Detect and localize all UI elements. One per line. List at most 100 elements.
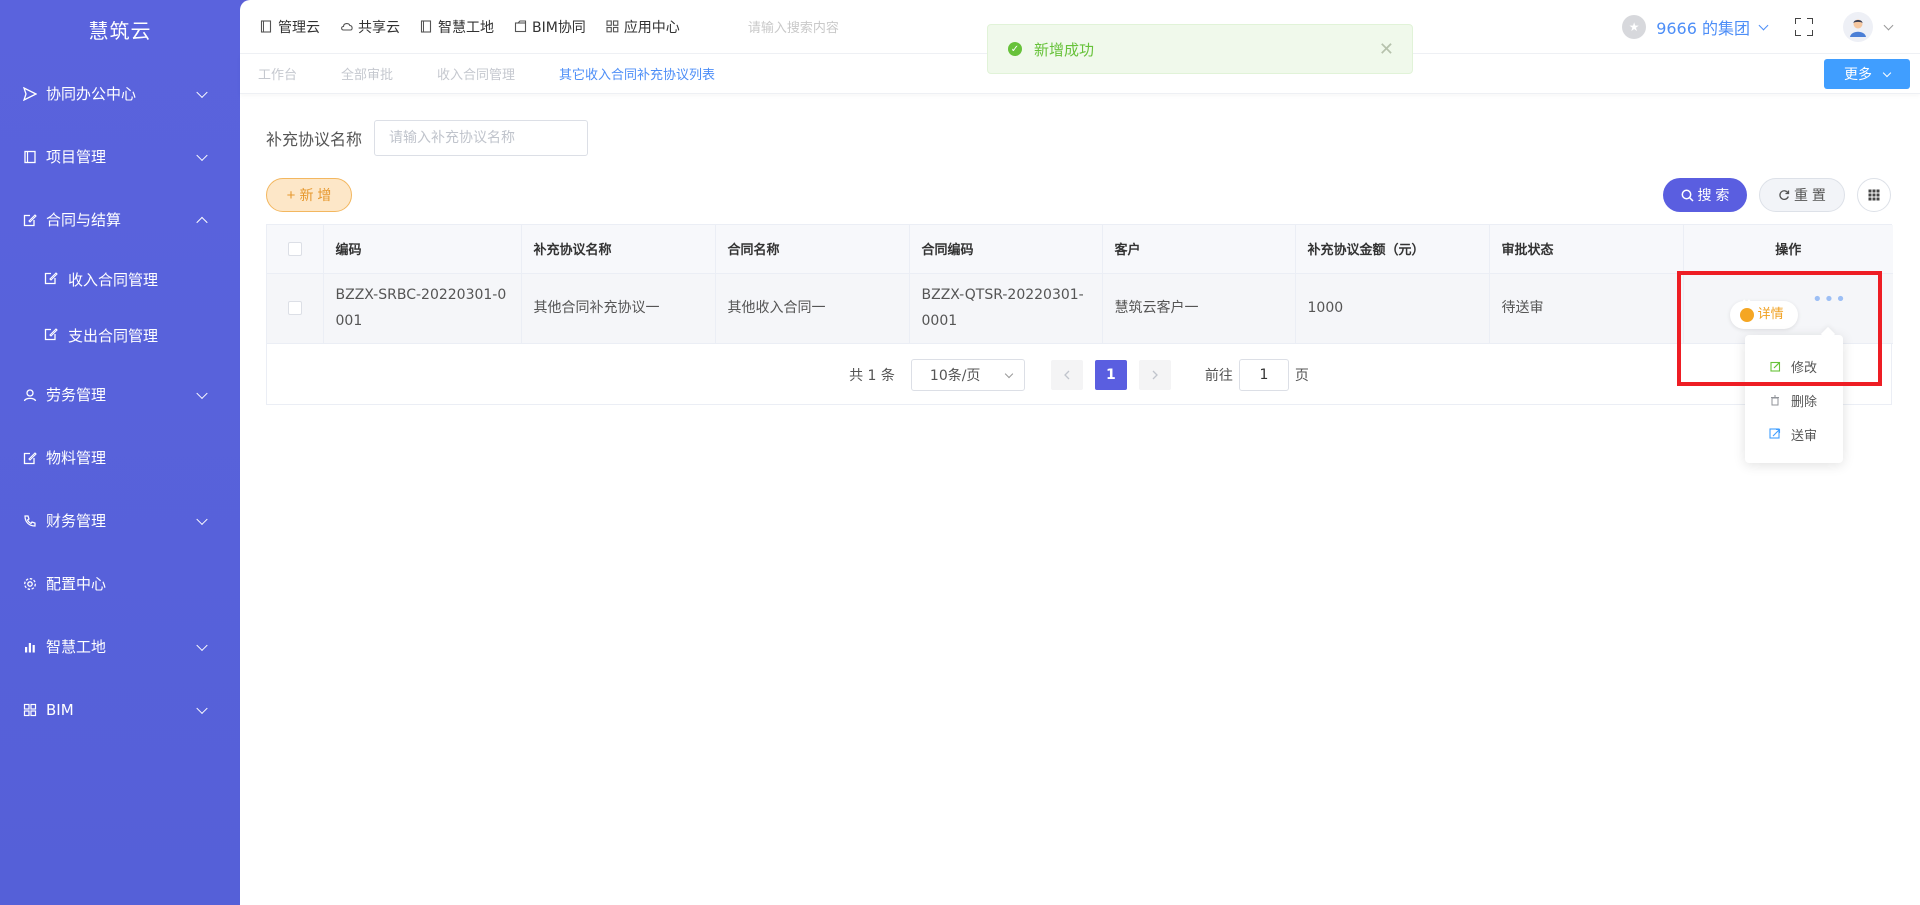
chevron-down-icon — [196, 86, 208, 98]
tab-other-income-supplement[interactable]: 其它收入合同补充协议列表 — [559, 64, 715, 83]
tab-all-approvals[interactable]: 全部审批 — [341, 64, 393, 83]
page-size-value: 10条/页 — [929, 368, 981, 384]
edit-doc-icon — [22, 212, 38, 228]
top-nav-bim-collab[interactable]: BIM协同 — [514, 17, 586, 37]
org-selector[interactable]: ★ 9666 的集团 — [1622, 15, 1769, 39]
sidebar-subitem-income-contract[interactable]: 收入合同管理 — [0, 251, 240, 307]
chevron-down-icon — [196, 513, 208, 525]
user-badge-icon — [22, 387, 38, 403]
tab-workbench[interactable]: 工作台 — [258, 64, 297, 83]
box-icon — [514, 20, 527, 33]
cell-actions: ••• 详情 ••• — [1683, 273, 1893, 344]
sidebar-item-finance[interactable]: 财务管理 — [0, 489, 240, 552]
menu-item-label: 修改 — [1791, 360, 1818, 376]
sidebar-item-label: 收入合同管理 — [68, 270, 159, 289]
top-nav-share-cloud[interactable]: 共享云 — [340, 17, 400, 37]
next-page-button[interactable] — [1138, 360, 1171, 390]
more-dots-icon: ••• — [1739, 297, 1754, 332]
menu-item-delete[interactable]: 删除 — [1745, 383, 1843, 417]
sidebar-item-collab-office[interactable]: 协同办公中心 — [0, 62, 240, 125]
page-number-current[interactable]: 1 — [1094, 360, 1127, 390]
menu-item-label: 送审 — [1791, 428, 1818, 444]
add-button[interactable]: + 新 增 — [266, 178, 352, 212]
sidebar-item-config[interactable]: 配置中心 — [0, 552, 240, 615]
select-all-checkbox[interactable] — [287, 241, 302, 256]
detail-button[interactable]: ••• 详情 — [1729, 297, 1798, 332]
chevron-down-icon — [196, 149, 208, 161]
sidebar-item-contract-settlement[interactable]: 合同与结算 — [0, 188, 240, 251]
table-row[interactable]: BZZX-SRBC-20220301-0001 其他合同补充协议一 其他收入合同… — [267, 273, 1893, 344]
pagination-total: 共 1 条 — [849, 368, 895, 384]
cell-contract-name: 其他收入合同一 — [715, 273, 910, 344]
reset-button-label: 重 置 — [1794, 187, 1826, 203]
cell-customer: 慧筑云客户一 — [1102, 273, 1296, 344]
column-header[interactable]: 客户 — [1102, 225, 1296, 274]
sidebar-item-label: 协同办公中心 — [46, 85, 137, 103]
more-button[interactable]: 更多 — [1824, 59, 1910, 89]
tab-income-contract[interactable]: 收入合同管理 — [437, 64, 515, 83]
sidebar-item-project[interactable]: 项目管理 — [0, 125, 240, 188]
apps-icon — [606, 20, 619, 33]
bar-chart-icon — [22, 639, 38, 655]
fullscreen-icon[interactable] — [1795, 18, 1813, 36]
sidebar-item-bim[interactable]: BIM — [0, 678, 240, 741]
sidebar-subitem-expense-contract[interactable]: 支出合同管理 — [0, 307, 240, 363]
add-button-label: 新 增 — [299, 187, 332, 203]
menu-item-submit[interactable]: 送审 — [1745, 417, 1843, 451]
column-header[interactable]: 合同编码 — [909, 225, 1103, 274]
pagination: 共 1 条 10条/页 1 前往 页 — [267, 345, 1891, 405]
user-menu[interactable] — [1843, 12, 1894, 42]
close-icon[interactable]: ✕ — [1379, 39, 1394, 60]
prev-page-button[interactable] — [1050, 360, 1083, 390]
goto-suffix: 页 — [1294, 368, 1309, 384]
agreement-name-input[interactable] — [374, 120, 589, 156]
chevron-down-icon — [1004, 369, 1014, 379]
column-header[interactable]: 补充协议名称 — [521, 225, 716, 274]
main-content: 管理云 共享云 智慧工地 BIM协同 应用中心 请输入搜索内容 ★ 9666 的… — [240, 0, 1920, 905]
column-header[interactable]: 补充协议金额（元） — [1295, 225, 1490, 274]
table-header-row: 编码 补充协议名称 合同名称 合同编码 客户 补充协议金额（元） 审批状态 操作 — [267, 225, 1893, 274]
search-button-label: 搜 索 — [1697, 187, 1730, 203]
doc-icon — [420, 20, 433, 33]
chevron-down-icon — [1758, 20, 1769, 30]
sidebar-item-labor[interactable]: 劳务管理 — [0, 363, 240, 426]
goto-prefix: 前往 — [1204, 368, 1233, 384]
sidebar-item-label: 项目管理 — [46, 148, 107, 166]
sidebar-item-label: 财务管理 — [46, 512, 107, 530]
more-actions-icon[interactable]: ••• — [1812, 287, 1847, 313]
success-toast: ✓ 新增成功 ✕ — [987, 24, 1413, 74]
row-select-cell — [267, 273, 324, 344]
top-search-placeholder[interactable]: 请输入搜索内容 — [748, 17, 839, 36]
chevron-down-icon — [196, 702, 208, 714]
search-button[interactable]: 搜 索 — [1663, 178, 1747, 212]
sidebar-item-material[interactable]: 物料管理 — [0, 426, 240, 489]
data-table: 编码 补充协议名称 合同名称 合同编码 客户 补充协议金额（元） 审批状态 操作… — [266, 224, 1893, 405]
column-header: 操作 — [1683, 225, 1893, 274]
detail-button-label: 详情 — [1757, 307, 1784, 322]
reset-button[interactable]: 重 置 — [1759, 178, 1845, 212]
column-header[interactable]: 合同名称 — [715, 225, 910, 274]
column-header[interactable]: 审批状态 — [1489, 225, 1684, 274]
chevron-down-icon — [196, 387, 208, 399]
page-size-select[interactable]: 10条/页 — [910, 359, 1025, 391]
row-checkbox[interactable] — [287, 301, 302, 315]
goto-page-input[interactable] — [1238, 359, 1289, 391]
phone-icon — [22, 513, 38, 529]
gear-icon — [22, 576, 38, 592]
org-logo-icon: ★ — [1622, 15, 1647, 39]
edit-doc-icon — [22, 450, 38, 466]
select-all-cell — [267, 225, 324, 274]
submit-icon — [1769, 428, 1781, 440]
top-nav-app-center[interactable]: 应用中心 — [606, 17, 680, 37]
chevron-up-icon — [196, 216, 208, 228]
menu-item-edit[interactable]: 修改 — [1745, 349, 1843, 383]
sidebar-item-smart-site[interactable]: 智慧工地 — [0, 615, 240, 678]
top-nav-manage-cloud[interactable]: 管理云 — [260, 17, 320, 37]
top-nav: 管理云 共享云 智慧工地 BIM协同 应用中心 请输入搜索内容 — [260, 0, 839, 53]
topbar-right: ★ 9666 的集团 — [1622, 0, 1920, 54]
column-header[interactable]: 编码 — [323, 225, 522, 274]
column-settings-button[interactable] — [1857, 178, 1891, 212]
top-nav-label: 管理云 — [278, 19, 320, 36]
top-nav-smart-site[interactable]: 智慧工地 — [420, 17, 494, 37]
filter-label: 补充协议名称 — [266, 130, 363, 149]
